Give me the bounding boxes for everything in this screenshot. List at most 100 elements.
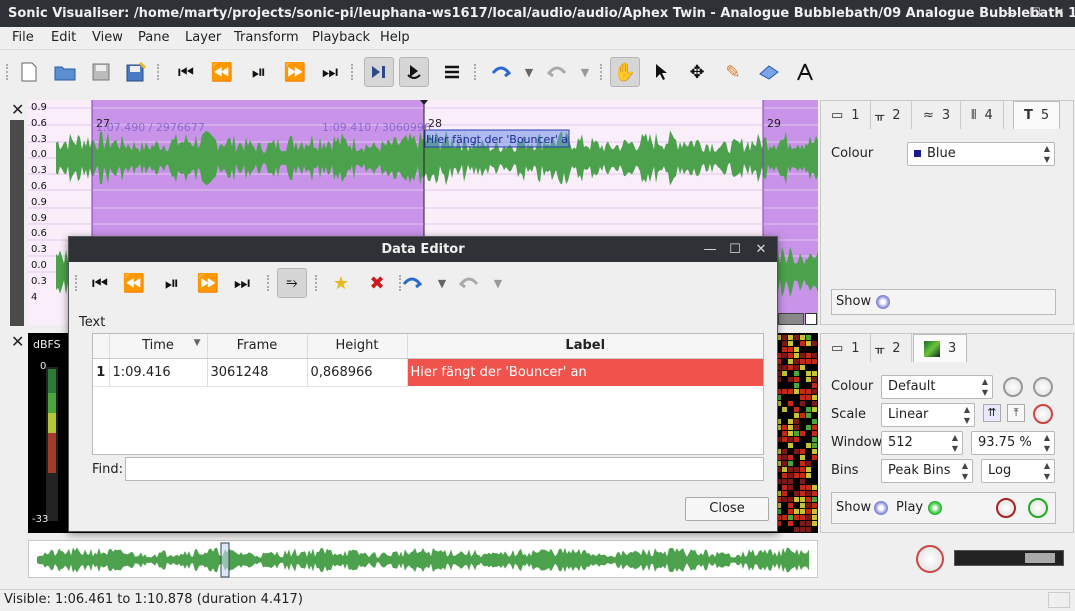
rewind-start-icon[interactable]: ⏮: [85, 268, 115, 298]
tab-layer-3[interactable]: 3: [913, 334, 968, 362]
window-overlap-select[interactable]: 93.75 % ▲ ▼: [971, 431, 1055, 455]
normalize-columns-icon[interactable]: ⇈: [983, 404, 1001, 422]
rewind-start-icon[interactable]: ⏮: [171, 57, 201, 87]
undo-icon[interactable]: [486, 57, 516, 87]
show-toggle-icon[interactable]: [876, 295, 890, 309]
menu-help[interactable]: Help: [380, 30, 410, 45]
scale-select[interactable]: Linear ▲ ▼: [881, 403, 975, 427]
tab-layer-2[interactable]: ᚂ2: [865, 101, 912, 129]
play-pause-icon[interactable]: ⏯: [157, 268, 187, 298]
menu-transform[interactable]: Transform: [234, 30, 299, 45]
delete-item-icon[interactable]: ✖: [362, 268, 392, 298]
save-session-icon[interactable]: [121, 57, 151, 87]
save-icon[interactable]: [86, 57, 116, 87]
menu-view[interactable]: View: [92, 30, 123, 45]
pane-toggle-box[interactable]: [805, 313, 817, 325]
gain-knob[interactable]: [1033, 404, 1053, 424]
master-volume-knob[interactable]: [916, 545, 944, 573]
minimize-icon[interactable]: —: [699, 237, 721, 262]
fast-forward-end-icon[interactable]: ⏭: [227, 268, 257, 298]
minimize-icon[interactable]: —: [1000, 0, 1022, 27]
navigate-hand-icon[interactable]: ✋: [610, 57, 640, 87]
close-pane-icon[interactable]: ✕: [11, 332, 24, 351]
tab-layer-3[interactable]: ≈3: [913, 101, 962, 129]
menu-pane[interactable]: Pane: [138, 30, 169, 45]
measure-icon[interactable]: [790, 57, 820, 87]
maximize-icon[interactable]: ☐: [1024, 0, 1046, 27]
toolbar-grip[interactable]: [157, 64, 161, 80]
bins-select[interactable]: Peak Bins ▲ ▼: [881, 459, 973, 483]
menu-playback[interactable]: Playback: [312, 30, 370, 45]
cell-label[interactable]: Hier fängt der 'Bouncer' an: [407, 358, 763, 386]
play-toggle-icon[interactable]: [928, 501, 942, 515]
redo-icon[interactable]: [454, 268, 484, 298]
erase-icon[interactable]: [754, 57, 784, 87]
fast-forward-icon[interactable]: ⏩: [193, 268, 223, 298]
playback-gain-knob[interactable]: [996, 498, 1016, 518]
playback-pan-knob[interactable]: [1028, 498, 1048, 518]
window-size-select[interactable]: 512 ▲ ▼: [881, 431, 963, 455]
track-playback-icon[interactable]: ⥱: [277, 268, 307, 298]
toolbar-grip[interactable]: [75, 275, 79, 291]
cell-height[interactable]: 0,868966: [307, 358, 408, 387]
table-row[interactable]: 1 1:09.416 3061248 0,868966 Hier fängt d…: [93, 358, 763, 387]
tab-layer-2[interactable]: ᚂ2: [865, 334, 912, 362]
column-header-time[interactable]: Time ▼: [109, 334, 208, 359]
undo-icon[interactable]: [397, 268, 427, 298]
colour-map-select[interactable]: Default ▲ ▼: [881, 375, 993, 399]
menu-layer[interactable]: Layer: [185, 30, 221, 45]
redo-dropdown-icon[interactable]: ▼: [483, 268, 513, 298]
frequency-scale-select[interactable]: Log ▲ ▼: [981, 459, 1055, 483]
redo-dropdown-icon[interactable]: ▼: [570, 57, 600, 87]
tab-layer-5[interactable]: T5: [1013, 101, 1061, 129]
zoom-thumbwheel[interactable]: [778, 313, 804, 325]
undo-dropdown-icon[interactable]: ▼: [514, 57, 544, 87]
looping-icon[interactable]: [399, 57, 429, 87]
rewind-icon[interactable]: ⏪: [119, 268, 149, 298]
maximize-icon[interactable]: ☐: [724, 237, 746, 262]
tab-layer-1[interactable]: ▭ 1: [821, 101, 871, 129]
tab-layer-1[interactable]: ▭ 1: [821, 334, 871, 362]
find-input[interactable]: [125, 457, 764, 481]
resize-grip[interactable]: [1048, 592, 1070, 608]
column-header-label[interactable]: Label: [407, 334, 763, 359]
menu-file[interactable]: File: [12, 30, 34, 45]
solo-icon[interactable]: [437, 57, 467, 87]
pane-scroll-indicator[interactable]: [10, 120, 24, 326]
close-icon[interactable]: ✕: [1048, 0, 1070, 27]
cell-frame[interactable]: 3061248: [207, 358, 308, 387]
text-instant-label[interactable]: Hier fängt der 'Bouncer' an: [426, 133, 568, 146]
overview-waveform[interactable]: [29, 541, 819, 579]
play-pause-icon[interactable]: ⏯: [244, 57, 274, 87]
insert-item-star-icon[interactable]: ★: [326, 268, 356, 298]
undo-dropdown-icon[interactable]: ▼: [427, 268, 457, 298]
show-toggle-icon[interactable]: [874, 501, 888, 515]
cell-time[interactable]: 1:09.416: [109, 358, 208, 387]
close-pane-icon[interactable]: ✕: [11, 100, 24, 119]
toolbar-grip[interactable]: [474, 64, 478, 80]
overview-pane[interactable]: [28, 540, 818, 578]
menu-edit[interactable]: Edit: [51, 30, 76, 45]
close-button[interactable]: Close: [685, 497, 769, 521]
toolbar-grip[interactable]: [267, 275, 271, 291]
colour-select[interactable]: Blue ▲ ▼: [907, 142, 1055, 166]
play-selection-icon[interactable]: [364, 57, 394, 87]
fast-forward-icon[interactable]: ⏩: [280, 57, 310, 87]
move-icon[interactable]: ✥: [682, 57, 712, 87]
rewind-icon[interactable]: ⏪: [207, 57, 237, 87]
select-arrow-icon[interactable]: [646, 57, 676, 87]
new-file-icon[interactable]: [14, 57, 44, 87]
draw-pencil-icon[interactable]: ✎: [718, 57, 748, 87]
threshold-knob[interactable]: [1033, 377, 1053, 397]
column-header-height[interactable]: Height: [307, 334, 408, 359]
redo-icon[interactable]: [542, 57, 572, 87]
fast-forward-end-icon[interactable]: ⏭: [315, 57, 345, 87]
toolbar-grip[interactable]: [600, 64, 604, 80]
column-header-frame[interactable]: Frame: [207, 334, 308, 359]
toolbar-grip[interactable]: [351, 64, 355, 80]
tab-layer-4[interactable]: ⫴ 4: [961, 101, 1004, 129]
colour-rotation-knob[interactable]: [1003, 377, 1023, 397]
toolbar-grip[interactable]: [315, 275, 319, 291]
toolbar-grip[interactable]: [6, 64, 10, 80]
open-file-icon[interactable]: [50, 57, 80, 87]
